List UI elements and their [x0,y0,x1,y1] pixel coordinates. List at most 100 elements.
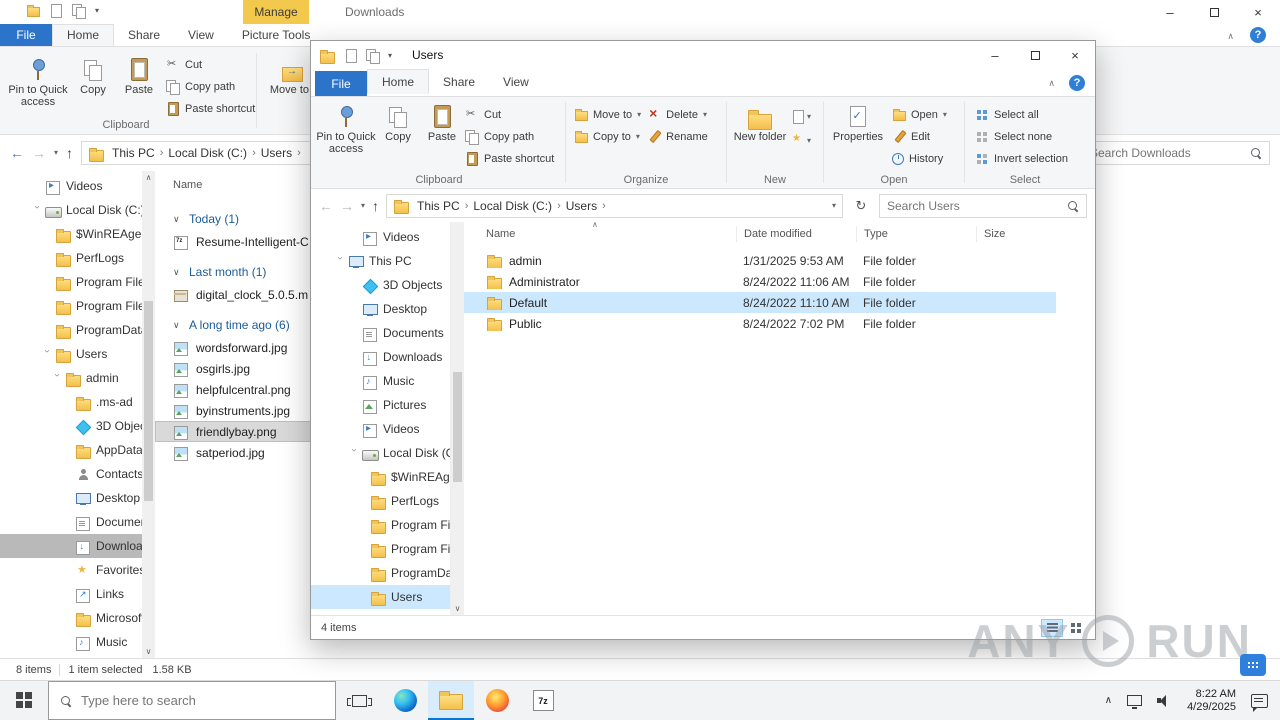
contextual-tab-header[interactable]: Manage [243,0,309,24]
speaker-icon[interactable] [1157,694,1172,707]
nav-tree-item[interactable]: › Program Files [311,537,450,561]
invert-selection-button[interactable]: Invert selection [975,151,1068,166]
nav-tree-item[interactable]: › Videos [311,417,450,441]
recent-locations-chevron-icon[interactable]: ▾ [54,149,58,157]
taskbar-search-box[interactable] [48,681,336,720]
file-row[interactable]: admin 1/31/2025 9:53 AM File folder [464,250,1056,271]
nav-tree-item[interactable]: › Local Disk (C:) [311,441,450,465]
nav-tree-item[interactable]: › AppData [0,438,142,462]
details-view-button[interactable] [1041,618,1063,637]
nav-tree-item[interactable]: › Desktop [311,297,450,321]
nav-tree-item[interactable]: › Contacts [0,462,142,486]
paste-button[interactable]: Paste [116,52,162,96]
nav-tree-item[interactable]: › Downloads [311,345,450,369]
nav-tree-item[interactable]: › Pictures [311,393,450,417]
edit-button[interactable]: Edit [892,129,947,144]
delete-button[interactable]: Delete▾ [647,105,708,122]
ribbon-tab[interactable]: View [174,24,228,46]
column-header-name[interactable]: Name [464,228,736,240]
tray-overflow-chevron-icon[interactable]: ∧ [1105,695,1112,706]
qat-new-folder-icon[interactable] [72,4,86,19]
nav-tree-item[interactable]: › Program Files [0,294,142,318]
pin-to-quick-access-button[interactable]: Pin to Quick access [6,52,70,108]
nav-tree-item[interactable]: › Users [311,585,450,609]
qat-properties-icon[interactable] [344,48,358,63]
select-all-button[interactable]: Select all [975,107,1068,122]
breadcrumb-segment[interactable]: This PC [109,146,158,160]
open-button[interactable]: Open ▾ [892,107,947,122]
fg-titlebar[interactable]: ▾ Users – × [311,41,1095,69]
expand-chevron-icon[interactable]: › [349,449,360,458]
nav-tree-item[interactable]: › admin [0,366,142,390]
fg-search-box[interactable] [879,193,1087,218]
new-folder-button[interactable]: New folder [733,99,787,174]
forward-arrow-icon[interactable]: → [32,146,46,160]
qat-new-folder-icon[interactable] [366,48,380,64]
breadcrumb-segment[interactable]: Users [563,199,600,213]
group-collapse-icon[interactable]: ∨ [173,214,183,225]
column-header-size[interactable]: Size [976,226,1056,242]
ribbon-tab[interactable]: View [489,69,543,94]
bg-search-box[interactable] [1082,141,1270,165]
nav-tree-item[interactable]: › Desktop [0,486,142,510]
paste-button[interactable]: Paste [419,99,465,174]
file-row[interactable]: Default 8/24/2022 11:10 AM File folder [464,292,1056,313]
scroll-up-icon[interactable]: ∧ [142,173,155,182]
close-icon[interactable]: × [1055,41,1095,69]
ribbon-tab[interactable]: Home [367,69,430,94]
floating-widget-icon[interactable] [1240,654,1266,676]
nav-tree-item[interactable]: › Program Files [311,513,450,537]
new-item-button[interactable]: ▾ [791,109,811,124]
ribbon-tab[interactable]: Home [52,24,115,46]
edge-taskbar-button[interactable] [382,681,428,720]
help-icon[interactable]: ? [1069,75,1085,91]
thumbnails-view-button[interactable] [1065,619,1087,637]
nav-tree-item[interactable]: › 3D Objects [311,273,450,297]
7zip-taskbar-button[interactable] [520,681,566,720]
fg-breadcrumb-box[interactable]: This PC › Local Disk (C:) › Users › ▾ [386,193,843,218]
fg-search-input[interactable] [887,198,1061,213]
ribbon-collapse-icon[interactable]: ∧ [1227,31,1234,42]
nav-tree-item[interactable]: › PerfLogs [311,489,450,513]
nav-tree-item[interactable]: › Favorites [0,558,142,582]
paste-shortcut-button[interactable]: Paste shortcut [166,101,255,116]
ribbon-tab[interactable]: Share [114,24,174,46]
select-none-button[interactable]: Select none [975,129,1068,144]
nav-tree-item[interactable]: › .ms-ad [0,390,142,414]
file-explorer-taskbar-button[interactable] [428,681,474,720]
easy-access-button[interactable]: ▾ [791,133,811,148]
bg-titlebar[interactable]: ▾ Manage Downloads – × [0,0,1280,24]
history-button[interactable]: History [892,151,947,166]
scroll-down-icon[interactable]: ∨ [451,604,464,613]
expand-chevron-icon[interactable]: › [42,350,53,359]
file-row[interactable]: Administrator 8/24/2022 11:06 AM File fo… [464,271,1056,292]
nav-tree-item[interactable]: › ProgramData [311,561,450,585]
file-row[interactable]: Public 8/24/2022 7:02 PM File folder [464,313,1056,334]
bg-nav-scrollbar[interactable]: ∧ ∨ [142,171,155,658]
qat-customize-chevron-icon[interactable]: ▾ [95,6,99,15]
nav-tree-item[interactable]: › Local Disk (C:) [0,198,142,222]
help-icon[interactable]: ? [1250,27,1266,43]
forward-arrow-icon[interactable]: → [340,199,354,213]
breadcrumb-segment[interactable]: Local Disk (C:) [165,146,250,160]
nav-tree-item[interactable]: › Videos [0,174,142,198]
cut-button[interactable]: Cut [166,57,255,72]
recent-locations-chevron-icon[interactable]: ▾ [361,201,365,210]
rename-button[interactable]: Rename [647,129,708,144]
network-icon[interactable] [1127,695,1143,709]
nav-tree-item[interactable]: › PerfLogs [0,246,142,270]
maximize-icon[interactable] [1015,41,1055,69]
taskbar-search-input[interactable] [81,693,324,708]
scroll-down-icon[interactable]: ∨ [142,647,155,656]
nav-tree-item[interactable]: › Downloads [0,534,142,558]
nav-tree-item[interactable]: › Documents [311,321,450,345]
scrollbar-thumb[interactable] [144,301,153,501]
up-arrow-icon[interactable]: ↑ [372,199,379,213]
nav-tree-item[interactable]: › ProgramData [0,318,142,342]
nav-tree-item[interactable]: › $WinREAgent [0,222,142,246]
breadcrumb-segment[interactable]: Local Disk (C:) [470,199,555,213]
ribbon-collapse-icon[interactable]: ∧ [1048,78,1055,89]
nav-tree-item[interactable]: › Links [0,582,142,606]
maximize-icon[interactable] [1192,0,1236,24]
back-arrow-icon[interactable]: ← [319,199,333,213]
